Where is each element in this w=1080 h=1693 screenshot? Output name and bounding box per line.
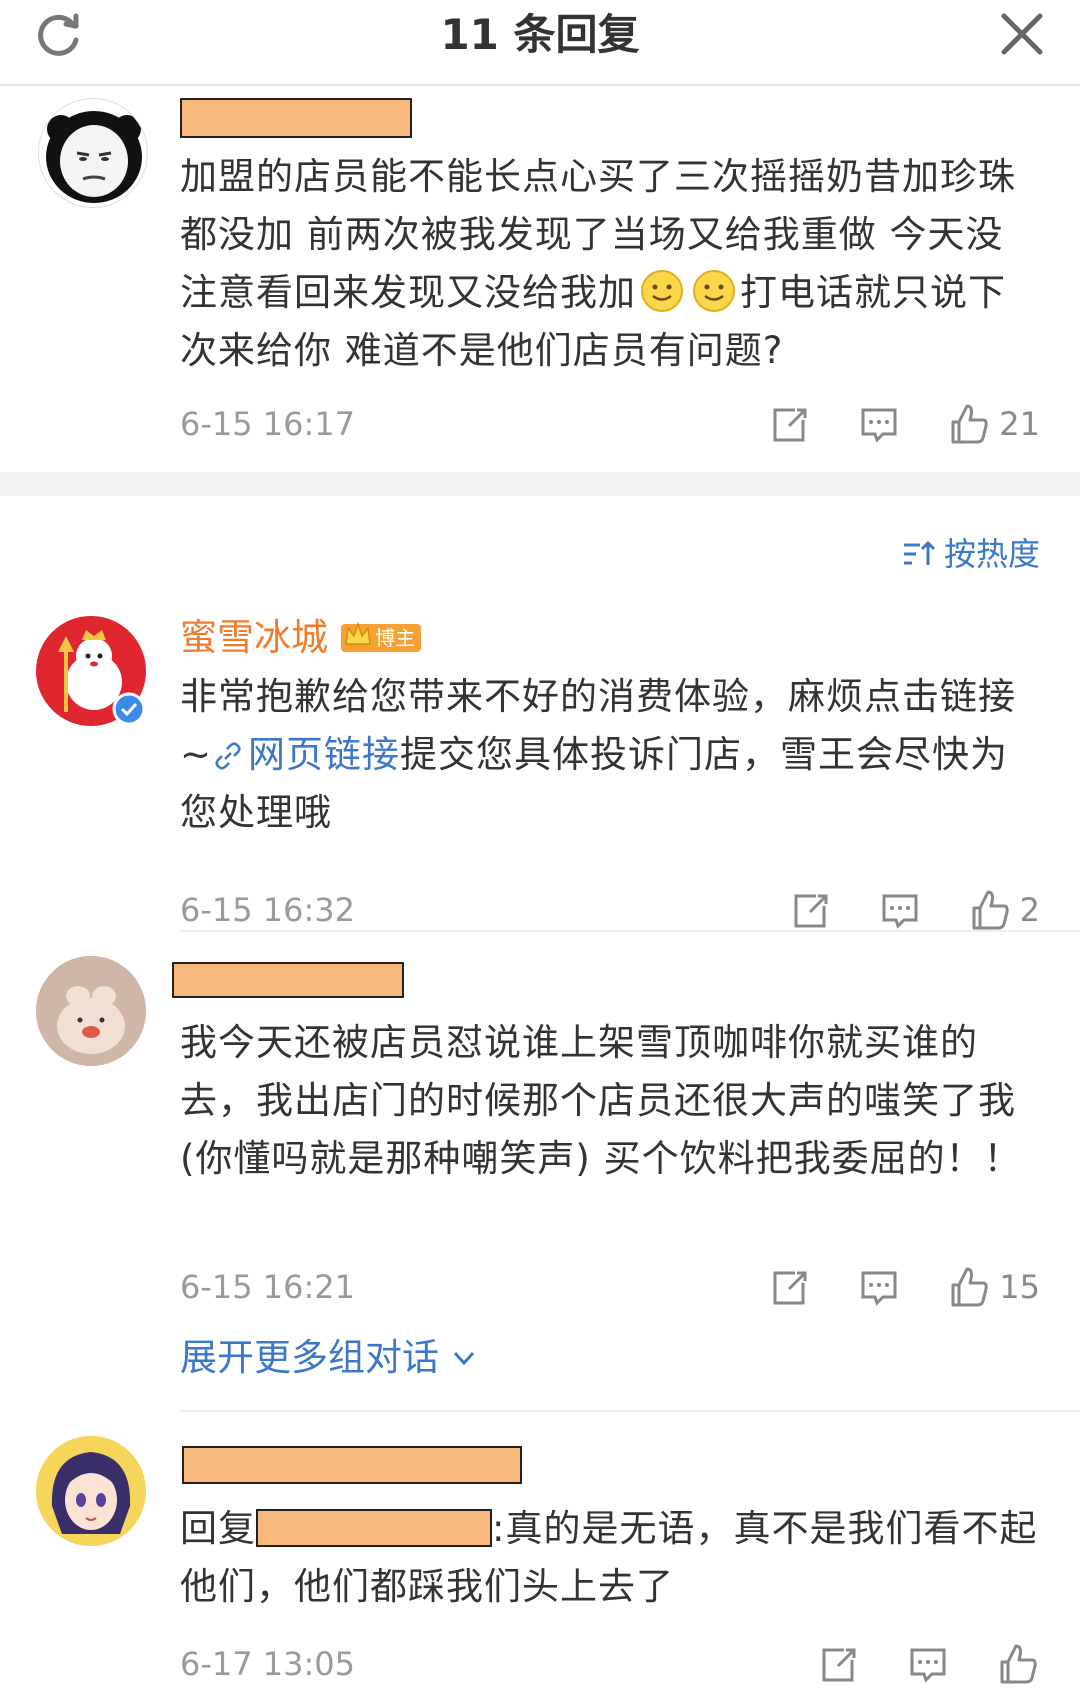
comment-icon[interactable]	[906, 1642, 950, 1686]
redacted-username	[172, 962, 404, 998]
comment-time: 6-15 16:17	[180, 405, 356, 443]
sort-icon	[903, 540, 936, 565]
anime-girl-avatar-icon	[36, 1436, 146, 1546]
page-title: 11 条回复	[440, 10, 640, 59]
like-icon[interactable]	[968, 888, 1012, 932]
sort-label: 按热度	[943, 535, 1040, 573]
share-icon[interactable]	[767, 1265, 811, 1309]
sort-toggle[interactable]: 按热度	[902, 532, 1040, 576]
comment-icon[interactable]	[857, 402, 901, 446]
avatar[interactable]	[36, 1436, 146, 1546]
avatar[interactable]	[38, 98, 148, 208]
share-icon[interactable]	[816, 1642, 860, 1686]
like-icon[interactable]	[996, 1642, 1040, 1686]
meme-face-avatar-icon	[46, 111, 142, 203]
like-count: 21	[999, 405, 1040, 443]
comment-text: 我今天还被店员怼说谁上架雪顶咖啡你就买谁的去，我出店门的时候那个店员还很大声的嗤…	[180, 1021, 1022, 1180]
like-icon[interactable]	[947, 402, 991, 446]
section-divider	[0, 472, 1080, 496]
comment-text: 非常抱歉给您带来不好的消费体验，麻烦点击链接~ 网页链接提交您具体投诉门店，雪王会…	[180, 675, 1016, 834]
comment-text: 回复:真的是无语，真不是我们看不起他们，他们都踩我们头上去了	[180, 1507, 1038, 1608]
chevron-down-icon	[453, 1351, 475, 1366]
expand-label: 展开更多组对话	[180, 1336, 439, 1379]
comment-time: 6-15 16:21	[180, 1268, 356, 1306]
close-icon[interactable]	[996, 8, 1048, 60]
comment-time: 6-17 13:05	[180, 1645, 356, 1683]
divider	[180, 930, 1080, 932]
web-link[interactable]: 网页链接	[248, 733, 400, 776]
plush-toy-avatar-icon	[36, 956, 146, 1066]
redacted-username	[180, 98, 412, 138]
avatar[interactable]	[36, 956, 146, 1066]
redacted-reply-target	[256, 1509, 492, 1547]
author-name[interactable]: 蜜雪冰城	[180, 612, 328, 664]
comment-icon[interactable]	[878, 888, 922, 932]
header-bar: 11 条回复	[0, 0, 1080, 86]
comment-icon[interactable]	[857, 1265, 901, 1309]
divider	[180, 1410, 1080, 1412]
expand-more-conversations[interactable]: 展开更多组对话	[180, 1330, 479, 1386]
smile-emoji	[641, 270, 683, 312]
verified-icon	[112, 692, 146, 726]
comment-time: 6-15 16:32	[180, 891, 356, 929]
redacted-username	[182, 1446, 522, 1484]
comment-text: 加盟的店员能不能长点心买了三次摇摇奶昔加珍珠都没加 前两次被我发现了当场又给我重…	[180, 155, 1016, 372]
like-count: 2	[1019, 891, 1040, 929]
blogger-badge: 博主	[341, 621, 422, 652]
like-count: 15	[999, 1268, 1040, 1306]
like-icon[interactable]	[947, 1265, 991, 1309]
link-icon	[215, 742, 241, 770]
crown-icon	[345, 621, 371, 645]
smile-emoji	[693, 270, 735, 312]
share-icon[interactable]	[767, 402, 811, 446]
share-icon[interactable]	[788, 888, 832, 932]
